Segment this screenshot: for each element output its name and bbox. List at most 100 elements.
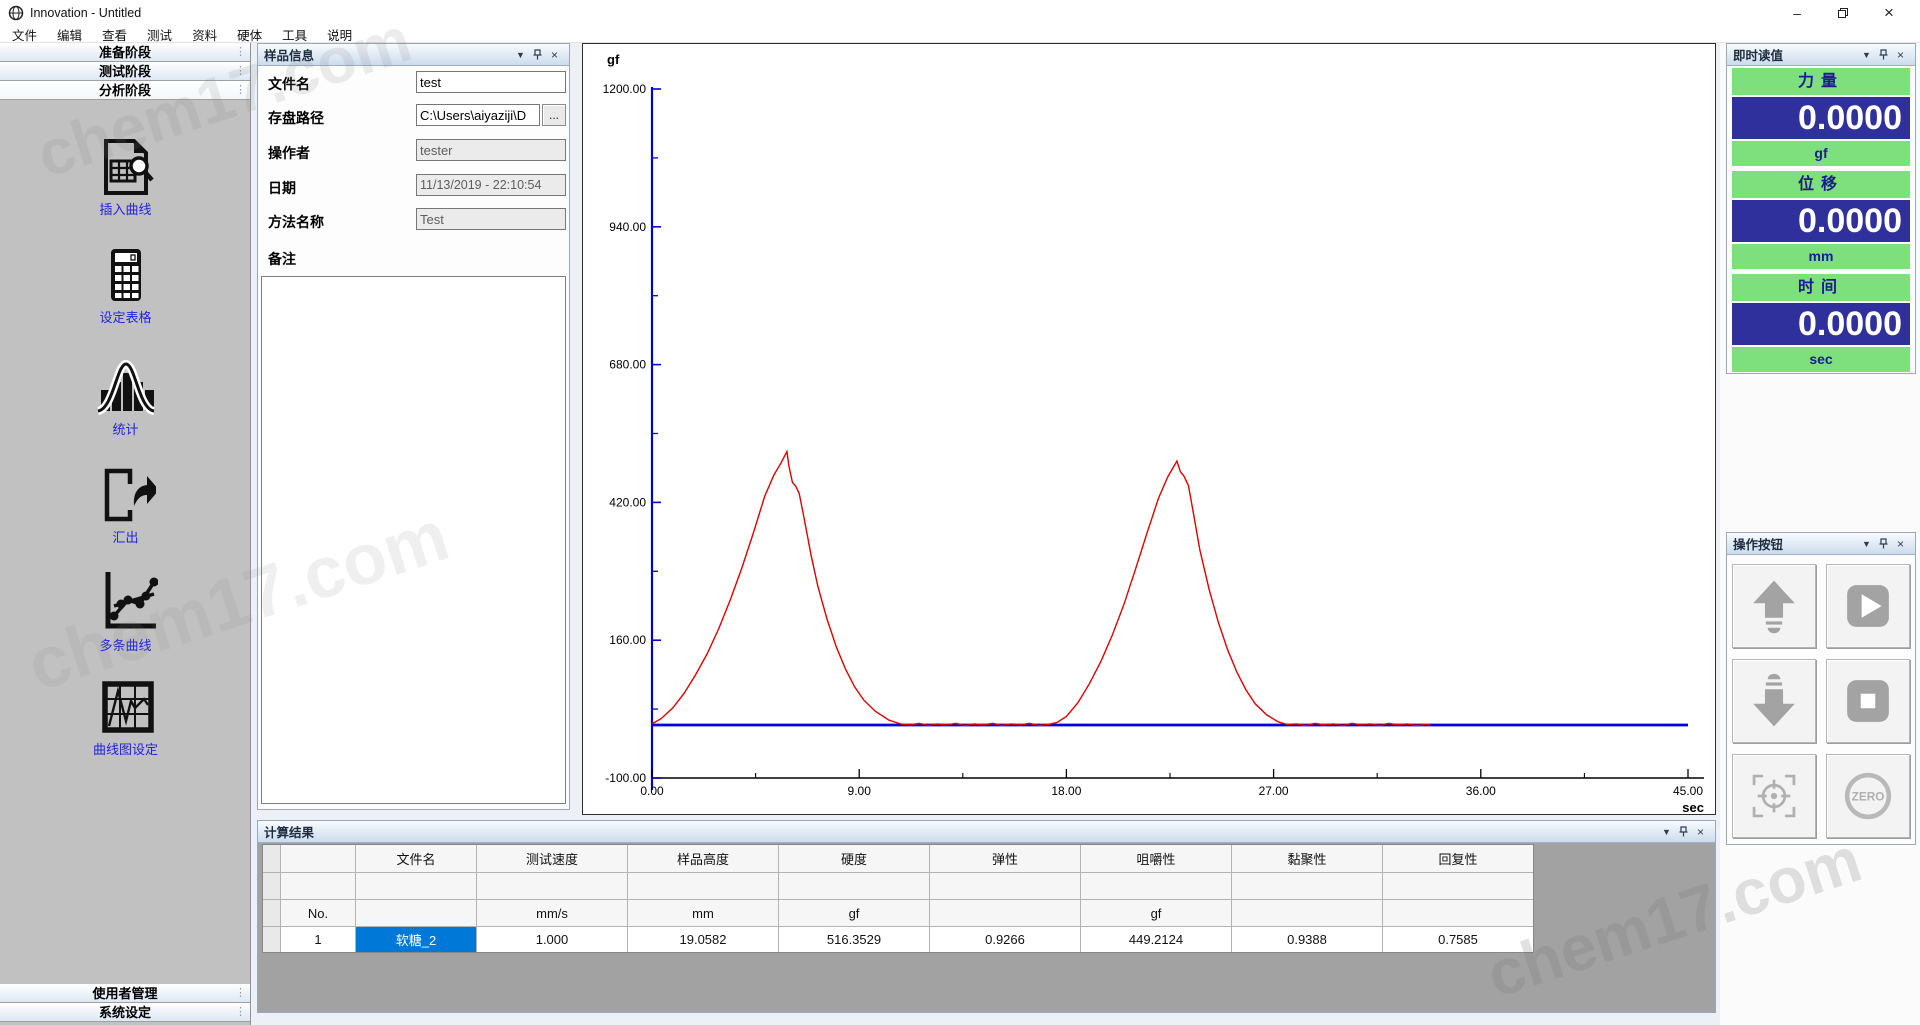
no-header-cell [281,845,355,872]
multi-curve-icon [94,568,158,632]
sample-height-cell[interactable]: 19.0582 [628,927,778,952]
sidebar-item-analysis-stage[interactable]: 分析阶段 ⋮ [0,81,250,100]
time-readout: 时间 0.0000 sec [1732,274,1910,372]
empty-cell [930,873,1080,899]
panel-menu-button[interactable]: ▼ [512,47,529,62]
menu-hardware[interactable]: 硬体 [227,25,272,44]
operator-input[interactable] [416,139,566,161]
panel-close-button[interactable]: × [546,47,563,62]
panel-pin-button[interactable] [1875,47,1892,62]
row-number-cell[interactable]: 1 [281,927,355,952]
chewiness-cell[interactable]: 449.2124 [1081,927,1231,952]
browse-button[interactable]: ... [542,104,566,126]
resilience-cell[interactable]: 0.7585 [1383,927,1533,952]
panel-menu-button[interactable]: ▼ [1858,536,1875,551]
panel-close-button[interactable]: × [1892,536,1909,551]
row-grip-cell [263,927,280,952]
minimize-button[interactable]: – [1774,0,1820,26]
sidebar-item-set-table[interactable]: 设定表格 [0,246,251,326]
sidebar-item-system-settings[interactable]: 系统设定 ⋮ [0,1003,250,1022]
svg-text:1200.00: 1200.00 [603,82,647,96]
method-name-input[interactable] [416,208,566,230]
sidebar-item-test-stage[interactable]: 测试阶段 ⋮ [0,62,250,81]
panel-title: 即时读值 [1733,45,1783,64]
svg-text:160.00: 160.00 [609,633,646,647]
tool-label: 插入曲线 [0,199,251,218]
target-button[interactable] [1732,754,1816,838]
save-path-label: 存盘路径 [268,108,324,128]
jog-up-button[interactable] [1732,564,1816,648]
row-grip-cell [263,845,280,872]
sidebar-item-multi-curve[interactable]: 多条曲线 [0,568,251,654]
panel-menu-button[interactable]: ▼ [1858,47,1875,62]
menu-edit[interactable]: 编辑 [47,25,92,44]
svg-text:sec: sec [1682,800,1704,814]
empty-cell [477,873,627,899]
date-input[interactable] [416,174,566,196]
svg-text:9.00: 9.00 [848,784,872,798]
set-table-icon [97,246,155,304]
panel-close-button[interactable]: × [1892,47,1909,62]
zero-button[interactable]: ZERO [1826,754,1910,838]
displacement-readout: 位移 0.0000 mm [1732,171,1910,269]
springiness-cell[interactable]: 0.9266 [930,927,1080,952]
panel-pin-button[interactable] [1875,536,1892,551]
results-table: 文件名 测试速度 样品高度 硬度 弹性 咀嚼性 黏聚性 回复性 [262,844,1534,953]
sidebar: 准备阶段 ⋮ 测试阶段 ⋮ 分析阶段 ⋮ 插入曲线 [0,43,251,1025]
col-header-cohesiveness: 黏聚性 [1232,845,1382,872]
unit-cell [930,900,1080,926]
run-button[interactable] [1826,564,1910,648]
panel-menu-button[interactable]: ▼ [1658,824,1675,839]
col-header-springiness: 弹性 [930,845,1080,872]
panel-pin-button[interactable] [529,47,546,62]
menu-bar: 文件 编辑 查看 测试 资料 硬体 工具 说明 [0,26,1920,43]
restore-button[interactable] [1820,0,1866,26]
pin-icon [1879,538,1888,549]
stage-label: 使用者管理 [92,986,157,1001]
close-button[interactable]: × [1866,0,1912,26]
save-path-input[interactable] [416,104,540,126]
test-speed-cell[interactable]: 1.000 [477,927,627,952]
sidebar-item-curve-settings[interactable]: 曲线图设定 [0,678,251,758]
filename-cell-selected[interactable]: 软糖_2 [356,927,476,952]
hardness-cell[interactable]: 516.3529 [779,927,929,952]
menu-help[interactable]: 说明 [317,25,362,44]
sidebar-item-insert-curve[interactable]: 插入曲线 [0,138,251,218]
op-buttons-header: 操作按钮 ▼ × [1727,533,1915,555]
sidebar-item-user-management[interactable]: 使用者管理 ⋮ [0,984,250,1003]
filename-input[interactable] [416,71,566,93]
panel-close-button[interactable]: × [1692,824,1709,839]
menu-tools[interactable]: 工具 [272,25,317,44]
unit-cell: mm [628,900,778,926]
menu-test[interactable]: 测试 [137,25,182,44]
tool-label: 设定表格 [0,307,251,326]
panel-title: 操作按钮 [1733,534,1783,553]
realtime-readout-panel: 即时读值 ▼ × 力量 0.0000 gf 位移 0.0000 mm 时间 [1726,43,1916,374]
panel-pin-button[interactable] [1675,824,1692,839]
menu-data[interactable]: 资料 [182,25,227,44]
menu-view[interactable]: 查看 [92,25,137,44]
svg-text:0.00: 0.00 [640,784,664,798]
grip-dots-icon: ⋮ [235,43,246,62]
stop-button[interactable] [1826,659,1910,743]
cohesiveness-cell[interactable]: 0.9388 [1232,927,1382,952]
empty-cell [1383,873,1533,899]
unit-cell [356,900,476,926]
chevron-down-icon: ▼ [516,50,525,60]
svg-text:18.00: 18.00 [1051,784,1081,798]
tool-label: 汇出 [0,527,251,546]
date-label: 日期 [268,178,296,198]
unit-cell [1232,900,1382,926]
grip-dots-icon: ⋮ [235,81,246,100]
jog-down-button[interactable] [1732,659,1816,743]
sidebar-item-statistics[interactable]: 统计 [0,358,251,438]
remarks-textarea[interactable] [261,276,566,804]
unit-cell [1383,900,1533,926]
sidebar-item-export[interactable]: 汇出 [0,466,251,546]
sidebar-item-prepare-stage[interactable]: 准备阶段 ⋮ [0,43,250,62]
displacement-label: 位移 [1732,171,1910,198]
menu-file[interactable]: 文件 [2,25,47,44]
jog-up-icon [1745,577,1803,635]
curve-settings-icon [97,678,155,736]
method-name-label: 方法名称 [268,212,324,232]
